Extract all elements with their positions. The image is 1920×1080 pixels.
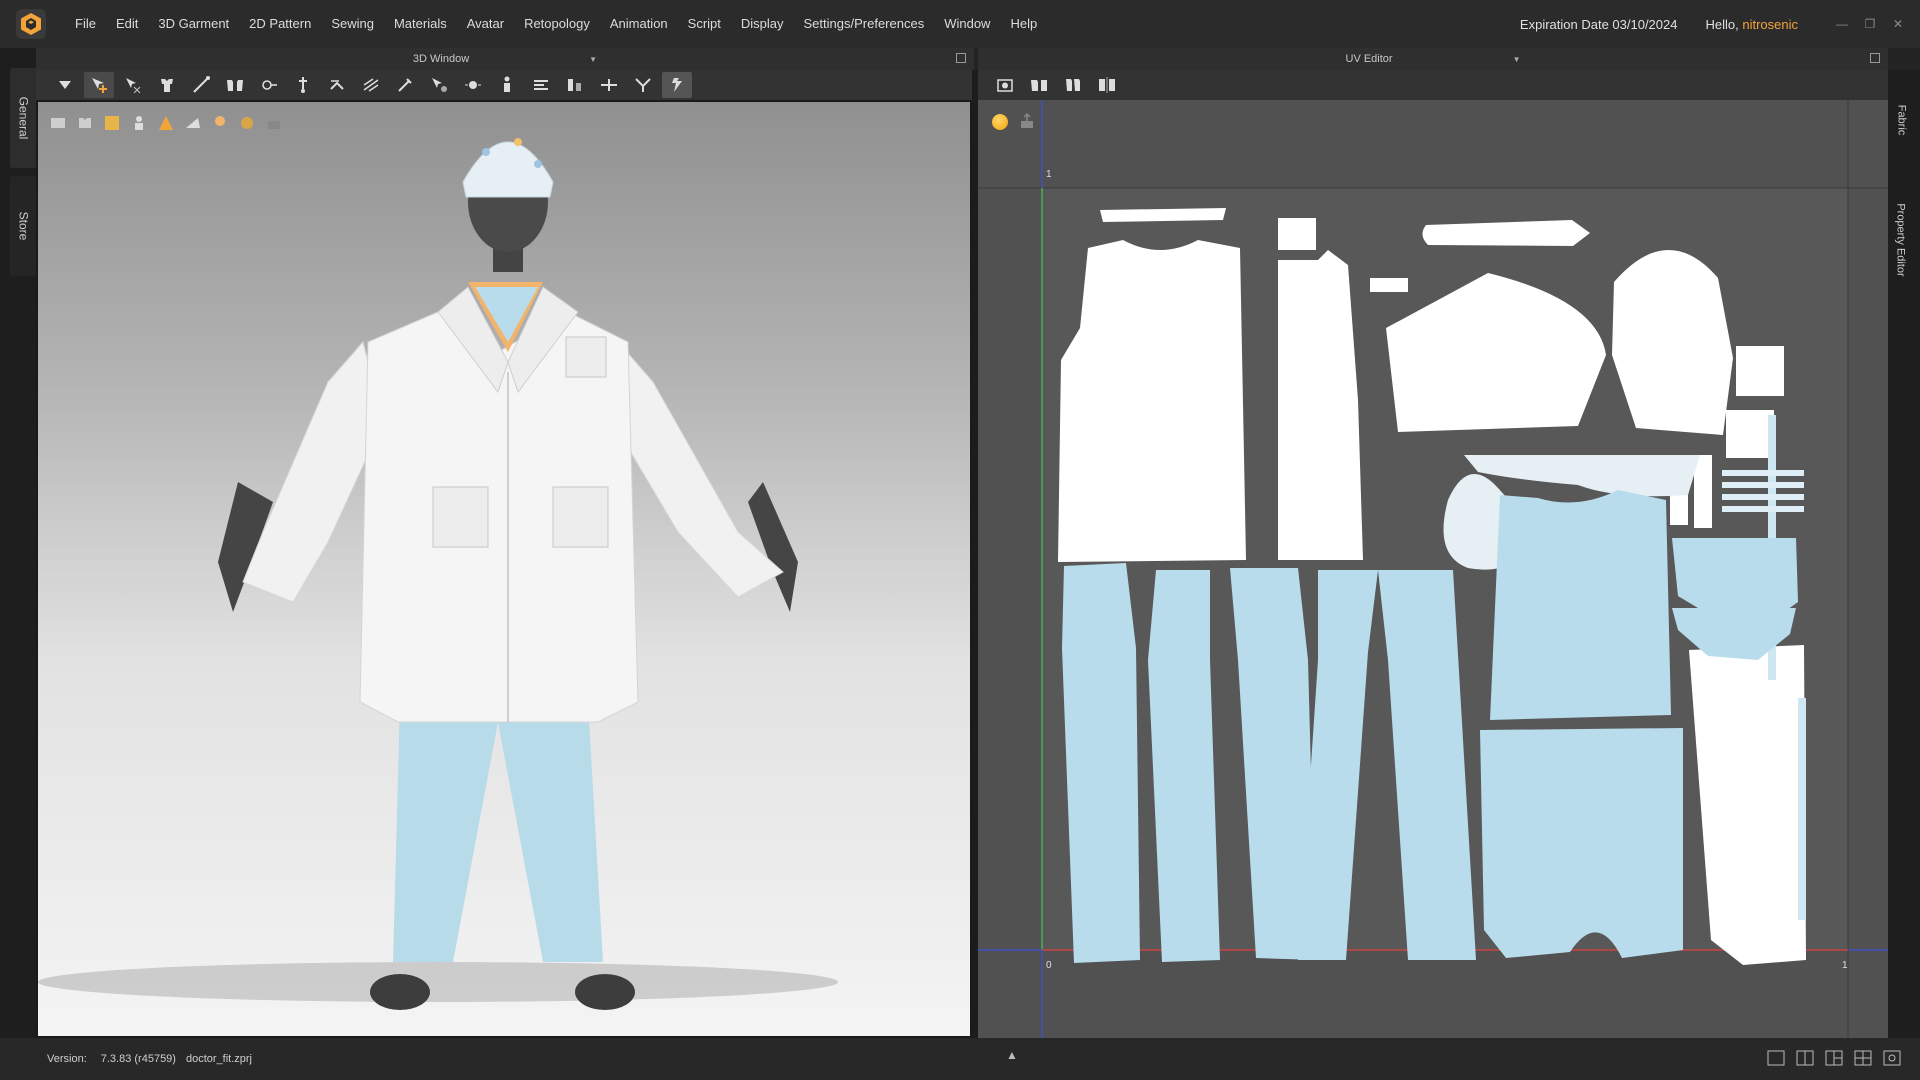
stretch-tool-icon[interactable] — [356, 72, 386, 98]
select-move-tool-icon[interactable] — [84, 72, 114, 98]
measure-tool-icon[interactable] — [186, 72, 216, 98]
detach-window-icon[interactable] — [956, 53, 966, 63]
fold-tool-icon[interactable] — [322, 72, 352, 98]
avatar-select-icon[interactable] — [424, 72, 454, 98]
menu-3d-garment[interactable]: 3D Garment — [148, 0, 239, 48]
uv-editor-title: UV Editor — [1345, 53, 1393, 65]
window-3d-header[interactable]: 3D Window ▼ — [36, 48, 974, 70]
file-name: doctor_fit.zprj — [185, 1053, 252, 1065]
garment-symmetry-icon[interactable] — [220, 72, 250, 98]
toolbar-3d — [36, 70, 974, 100]
right-side-tabs: Fabric Property Editor — [1888, 70, 1920, 1038]
menu-animation[interactable]: Animation — [600, 0, 678, 48]
restore-icon[interactable]: ❐ — [1856, 14, 1884, 34]
show-garment-icon[interactable] — [73, 112, 97, 134]
tab-fabric-label: Fabric — [1895, 104, 1907, 136]
tack-tool-icon[interactable] — [254, 72, 284, 98]
uv-pack-icon[interactable] — [1058, 72, 1088, 98]
pin-tool-icon[interactable] — [288, 72, 318, 98]
texture-icon[interactable] — [100, 112, 124, 134]
menubar-right: Expiration Date 03/10/2024 Hello, nitros… — [1520, 0, 1920, 48]
tab-general-label: General — [16, 96, 31, 140]
version-value: 7.3.83 (r45759) — [100, 1053, 176, 1065]
avatar-skin-icon[interactable] — [208, 112, 232, 134]
avatar-pose-icon[interactable] — [492, 72, 522, 98]
layout-three-icon[interactable] — [1822, 1046, 1846, 1070]
chevron-down-icon[interactable]: ▼ — [589, 55, 597, 64]
menu-window[interactable]: Window — [934, 0, 1000, 48]
tab-store[interactable]: Store — [10, 176, 36, 276]
tab-property-editor[interactable]: Property Editor — [1888, 170, 1914, 310]
thickness-icon[interactable] — [181, 112, 205, 134]
menu-file[interactable]: File — [65, 0, 106, 48]
show-avatar-icon[interactable] — [46, 112, 70, 134]
simulation-icon[interactable] — [662, 72, 692, 98]
select-mesh-tool-icon[interactable] — [118, 72, 148, 98]
main-menu: File Edit 3D Garment 2D Pattern Sewing M… — [65, 0, 1047, 48]
uv-symmetry-icon[interactable] — [1092, 72, 1122, 98]
menu-script[interactable]: Script — [678, 0, 731, 48]
layout-split-icon[interactable] — [1793, 1046, 1817, 1070]
fitting-icon[interactable] — [628, 72, 658, 98]
expand-up-icon[interactable]: ▲ — [1006, 1048, 1018, 1062]
chevron-down-icon[interactable]: ▼ — [1513, 55, 1521, 64]
menu-sewing[interactable]: Sewing — [321, 0, 384, 48]
reset-2d-icon[interactable] — [594, 72, 624, 98]
minimize-icon[interactable]: — — [1828, 14, 1856, 34]
menu-help[interactable]: Help — [1000, 0, 1047, 48]
brush-tool-icon[interactable] — [390, 72, 420, 98]
point-tool-icon[interactable] — [458, 72, 488, 98]
menu-display[interactable]: Display — [731, 0, 794, 48]
fold-arrange-tool-icon[interactable] — [50, 72, 80, 98]
uv-screenshot-icon[interactable] — [990, 72, 1020, 98]
uv-axis-top-label: 1 — [1046, 169, 1052, 180]
greeting: Hello, nitrosenic — [1705, 17, 1798, 32]
expiration-date: Expiration Date 03/10/2024 — [1519, 16, 1678, 32]
camera-icon[interactable] — [262, 112, 286, 134]
uv-arrange-icon[interactable] — [1024, 72, 1054, 98]
menu-materials[interactable]: Materials — [384, 0, 457, 48]
avatar-with-garment[interactable] — [38, 102, 972, 1038]
tab-property-editor-label: Property Editor — [1895, 203, 1907, 277]
menu-settings-preferences[interactable]: Settings/Preferences — [794, 0, 935, 48]
layout-custom-icon[interactable] — [1880, 1046, 1904, 1070]
uv-export-icon[interactable] — [1018, 112, 1036, 130]
layout-quad-icon[interactable] — [1851, 1046, 1875, 1070]
uv-layout[interactable]: 1 0 1 — [978, 100, 1888, 1038]
greeting-label: Hello, — [1705, 16, 1739, 32]
status-bar: Version: 7.3.83 (r45759) doctor_fit.zprj… — [0, 1038, 1920, 1080]
arrangement-icon[interactable] — [526, 72, 556, 98]
menu-retopology[interactable]: Retopology — [514, 0, 600, 48]
menu-2d-pattern[interactable]: 2D Pattern — [239, 0, 321, 48]
left-side-tabs: General Store — [0, 48, 36, 1038]
uv-origin-label: 0 — [1046, 960, 1052, 971]
window-3d-title: 3D Window — [412, 53, 470, 65]
detach-window-icon[interactable] — [1870, 53, 1880, 63]
tab-store-label: Store — [16, 211, 30, 241]
app-logo-icon[interactable] — [15, 8, 47, 40]
align-icon[interactable] — [560, 72, 590, 98]
viewport-icon-bar — [46, 112, 289, 134]
toolbar-uv — [978, 70, 1888, 100]
fabric-display-icon[interactable] — [154, 112, 178, 134]
viewport-3d[interactable] — [36, 100, 972, 1038]
uv-axis-right-label: 1 — [1842, 960, 1848, 971]
menu-bar: File Edit 3D Garment 2D Pattern Sewing M… — [0, 0, 1920, 48]
avatar-display-icon[interactable] — [127, 112, 151, 134]
username-link[interactable]: nitrosenic — [1742, 17, 1798, 32]
layout-buttons — [1759, 1046, 1904, 1070]
uv-editor-canvas[interactable]: 1 0 1 — [978, 100, 1888, 1038]
tab-general[interactable]: General — [10, 68, 36, 168]
menu-avatar[interactable]: Avatar — [457, 0, 514, 48]
version-label: Version: — [47, 1053, 87, 1065]
uv-editor-header[interactable]: UV Editor ▼ — [978, 48, 1888, 70]
edit-garment-tool-icon[interactable] — [152, 72, 182, 98]
tab-fabric[interactable]: Fabric — [1888, 80, 1914, 160]
menu-edit[interactable]: Edit — [106, 0, 148, 48]
close-icon[interactable]: ✕ — [1884, 14, 1912, 34]
app-window: File Edit 3D Garment 2D Pattern Sewing M… — [0, 0, 1920, 1080]
layout-single-icon[interactable] — [1764, 1046, 1788, 1070]
uv-light-icon[interactable] — [992, 114, 1008, 130]
lighting-icon[interactable] — [235, 112, 259, 134]
